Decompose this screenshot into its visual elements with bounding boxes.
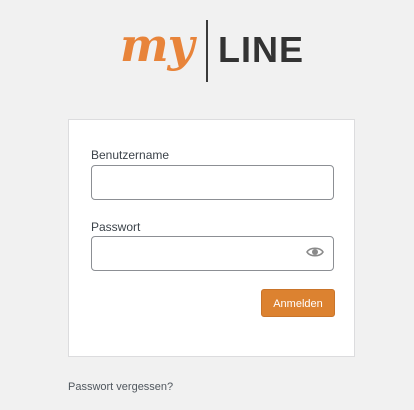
eye-icon[interactable] <box>306 245 324 259</box>
logo-my-text: my <box>120 18 194 72</box>
password-label: Passwort <box>91 220 141 234</box>
login-form: Benutzername Passwort Anmelden <box>68 119 355 357</box>
site-logo: my LINE <box>0 18 414 88</box>
logo-divider <box>206 20 208 82</box>
login-button[interactable]: Anmelden <box>261 289 335 317</box>
username-field[interactable] <box>91 165 334 200</box>
password-field[interactable] <box>91 236 334 271</box>
lost-password-link[interactable]: Passwort vergessen? <box>68 381 173 393</box>
logo-line-text: LINE <box>218 29 305 70</box>
username-label: Benutzername <box>91 148 170 162</box>
login-page: my LINE Benutzername Passwort Anmelden P… <box>0 0 414 410</box>
